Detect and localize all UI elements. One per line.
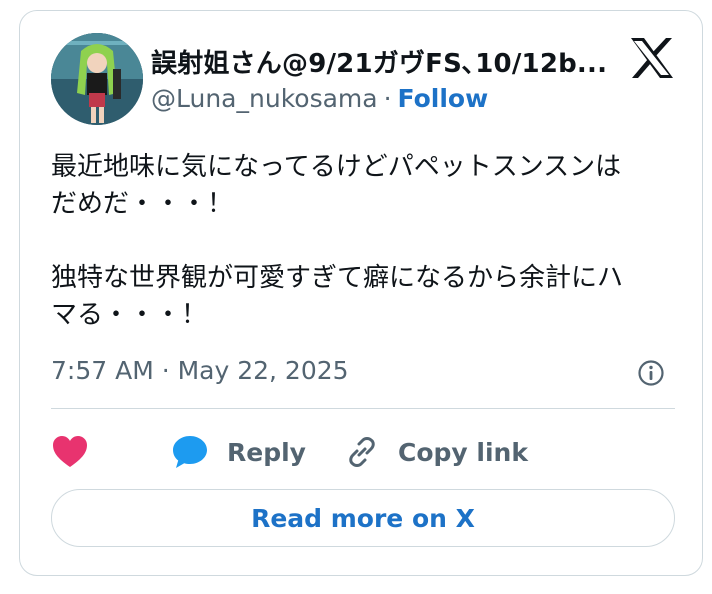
author-handle[interactable]: @Luna_nukosama: [151, 84, 378, 113]
follow-link[interactable]: Follow: [398, 84, 489, 113]
avatar[interactable]: [51, 33, 143, 125]
link-icon: [349, 437, 375, 467]
tweet-actions: Reply Copy link: [51, 431, 681, 473]
avatar-image: [51, 33, 143, 125]
divider: [51, 408, 675, 409]
tweet-timestamp[interactable]: 7:57 AM · May 22, 2025: [51, 356, 349, 385]
like-button[interactable]: [51, 431, 89, 473]
author-handle-row: @Luna_nukosama · Follow: [151, 84, 488, 113]
x-logo-icon[interactable]: [629, 37, 675, 79]
reply-label: Reply: [227, 437, 306, 467]
speech-bubble-icon: [173, 436, 207, 468]
tweet-text: 最近地味に気になってるけどパペットスンスンは だめだ・・・！ 独特な世界観が可愛…: [51, 152, 624, 330]
embedded-tweet-card: 誤射姐さん@9/21ガヴFS､10/12b... @Luna_nukosama ·…: [19, 10, 703, 576]
read-more-button[interactable]: Read more on X: [51, 489, 675, 547]
reply-button[interactable]: Reply: [171, 431, 306, 473]
info-icon[interactable]: [637, 359, 665, 387]
heart-icon: [53, 436, 87, 467]
read-more-label: Read more on X: [251, 503, 475, 533]
copy-link-label: Copy link: [398, 437, 528, 467]
author-display-name[interactable]: 誤射姐さん@9/21ガヴFS､10/12b...: [151, 43, 607, 80]
copy-link-button[interactable]: Copy link: [344, 431, 528, 473]
separator-dot: ·: [383, 84, 392, 113]
